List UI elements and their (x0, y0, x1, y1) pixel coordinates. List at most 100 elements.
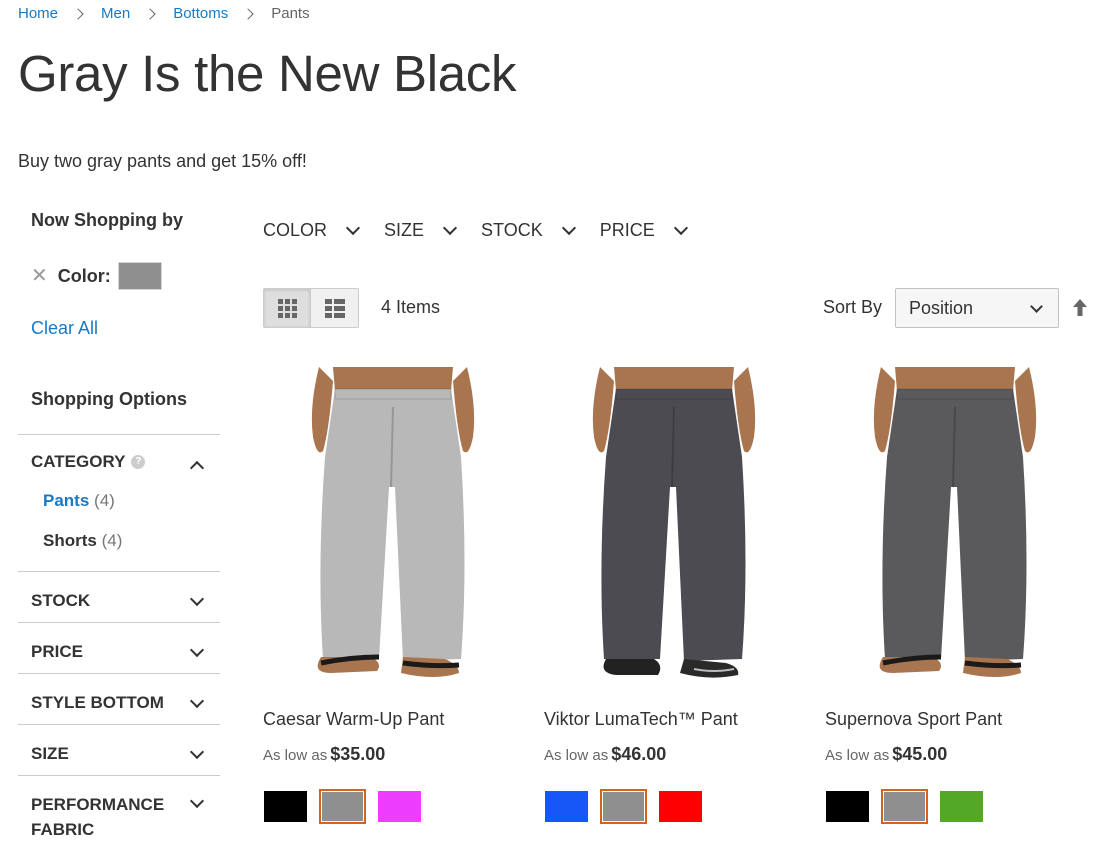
color-swatch-option[interactable] (377, 790, 422, 823)
filter-size-dropdown[interactable]: SIZE (384, 220, 458, 241)
chevron-down-icon (345, 220, 361, 235)
view-mode-switcher (263, 288, 359, 328)
product-price: As low as $46.00 (544, 744, 806, 765)
filter-stock-label: STOCK (481, 220, 543, 240)
filter-price-label: PRICE (599, 220, 655, 240)
filter-stock-dropdown[interactable]: STOCK (481, 220, 576, 241)
color-swatch-option[interactable] (544, 790, 589, 823)
remove-filter-icon[interactable]: ✕ (31, 266, 48, 286)
clear-all-link[interactable]: Clear All (31, 318, 98, 339)
help-icon[interactable]: ? (131, 455, 146, 469)
breadcrumb-home-link[interactable]: Home (18, 5, 58, 22)
breadcrumb-men-link[interactable]: Men (101, 5, 130, 22)
product-card: Supernova Sport Pant As low as $45.00 (825, 367, 1087, 824)
facet-size-title: SIZE (31, 744, 69, 763)
price-value: $46.00 (611, 744, 667, 764)
price-prefix: As low as (544, 747, 609, 764)
product-card: Viktor LumaTech™ Pant As low as $46.00 (544, 367, 806, 824)
filter-color-label: COLOR (263, 220, 328, 240)
product-price: As low as $35.00 (263, 744, 525, 765)
list-icon (324, 298, 345, 318)
chevron-down-icon[interactable] (189, 591, 205, 607)
facet-performance-fabric-title: PERFORMANCE FABRIC (31, 795, 165, 839)
color-swatch-option[interactable] (881, 789, 928, 824)
facet-category-label: CATEGORY (31, 452, 126, 471)
product-card: Caesar Warm-Up Pant As low as $35.00 (263, 367, 525, 824)
product-price: As low as $45.00 (825, 744, 1087, 765)
page-title: Gray Is the New Black (18, 45, 517, 102)
product-name-link[interactable]: Supernova Sport Pant (825, 709, 1087, 730)
chevron-right-icon (242, 7, 254, 20)
product-image[interactable] (825, 367, 1087, 696)
facet-item-label: Pants (43, 491, 90, 510)
filter-color-dropdown[interactable]: COLOR (263, 220, 361, 241)
price-prefix: As low as (825, 747, 890, 764)
pants-product-image (825, 367, 1087, 696)
chevron-down-icon (1030, 300, 1043, 313)
breadcrumb: Home Men Bottoms Pants (18, 5, 310, 22)
sort-by-select[interactable]: Position (895, 288, 1059, 328)
now-shopping-title: Now Shopping by (31, 210, 183, 230)
filter-price-dropdown[interactable]: PRICE (599, 220, 688, 241)
pants-product-image (263, 367, 525, 696)
promo-text: Buy two gray pants and get 15% off! (18, 151, 307, 171)
shopping-options-title: Shopping Options (31, 389, 187, 409)
facet-price-title: PRICE (31, 642, 83, 661)
sort-by-value: Position (909, 297, 974, 318)
pants-product-image (544, 367, 806, 696)
chevron-down-icon (673, 220, 688, 235)
products-toolbar: 4 Items Sort By Position (263, 288, 1091, 328)
breadcrumb-bottoms-link[interactable]: Bottoms (173, 5, 228, 22)
color-swatch-option[interactable] (658, 790, 703, 823)
facet-item-count: (4) (101, 531, 123, 550)
list-view-button[interactable] (311, 289, 358, 327)
sort-by-label: Sort By (823, 297, 883, 317)
color-swatch-option[interactable] (600, 789, 647, 824)
color-swatches (825, 789, 1087, 824)
active-filter: ✕ Color: (31, 262, 162, 290)
product-name-link[interactable]: Caesar Warm-Up Pant (263, 709, 525, 730)
color-swatch-option[interactable] (263, 790, 308, 823)
grid-view-button[interactable] (264, 289, 311, 327)
color-swatches (263, 789, 525, 824)
chevron-down-icon[interactable] (189, 693, 205, 709)
grid-icon (277, 298, 297, 318)
facet-size[interactable]: SIZE (18, 725, 220, 776)
facet-item-count: (4) (94, 491, 115, 510)
chevron-down-icon[interactable] (189, 642, 205, 658)
chevron-down-icon (561, 220, 576, 235)
product-name-link[interactable]: Viktor LumaTech™ Pant (544, 709, 806, 730)
chevron-right-icon (144, 7, 156, 20)
chevron-down-icon (442, 220, 458, 235)
facet-category-title[interactable]: CATEGORY? (31, 449, 181, 474)
sort-ascending-arrow-icon[interactable] (1072, 298, 1088, 318)
facet-item-pants[interactable]: Pants (4) (43, 488, 122, 513)
product-image[interactable] (263, 367, 525, 696)
facet-item-shorts[interactable]: Shorts (4) (43, 528, 122, 553)
facet-price[interactable]: PRICE (18, 623, 220, 674)
facet-stock[interactable]: STOCK (18, 572, 220, 623)
chevron-right-icon (72, 7, 84, 20)
chevron-down-icon[interactable] (189, 744, 205, 760)
chevron-up-icon[interactable] (189, 460, 205, 476)
product-image[interactable] (544, 367, 806, 696)
filter-size-label: SIZE (384, 220, 425, 240)
facet-stock-title: STOCK (31, 591, 91, 610)
chevron-down-icon[interactable] (189, 793, 205, 809)
active-filter-color-swatch (117, 262, 162, 290)
facet-item-label: Shorts (43, 531, 97, 550)
color-swatch-option[interactable] (939, 790, 984, 823)
color-swatch-option[interactable] (319, 789, 366, 824)
active-filter-label: Color: (57, 265, 111, 286)
price-prefix: As low as (263, 747, 328, 764)
facet-style-bottom[interactable]: STYLE BOTTOM (18, 674, 220, 725)
facet-category: CATEGORY? Pants (4) Shorts (4) (18, 435, 220, 572)
facet-category-items: Pants (4) Shorts (4) (43, 488, 122, 568)
horizontal-filter-bar: COLOR SIZE STOCK PRICE (263, 220, 712, 241)
facet-performance-fabric[interactable]: PERFORMANCE FABRIC (18, 776, 220, 840)
facet-list: CATEGORY? Pants (4) Shorts (4) STOCK PRI… (18, 434, 220, 840)
items-count: 4 Items (381, 297, 441, 317)
color-swatches (544, 789, 806, 824)
color-swatch-option[interactable] (825, 790, 870, 823)
price-value: $45.00 (892, 744, 948, 764)
